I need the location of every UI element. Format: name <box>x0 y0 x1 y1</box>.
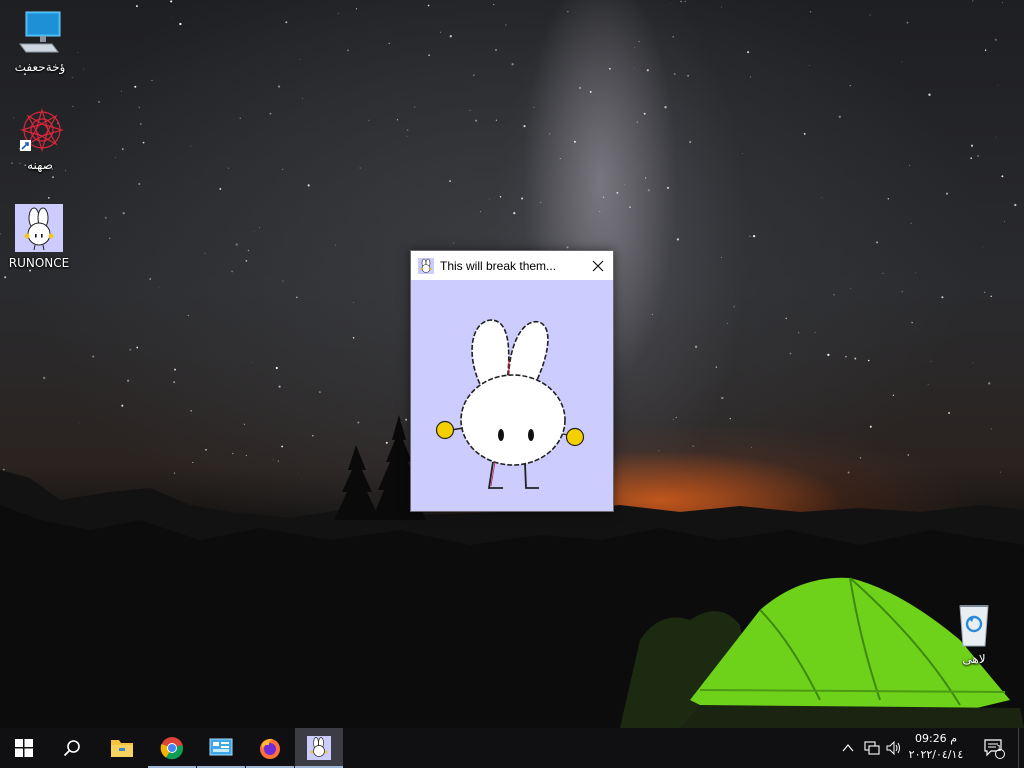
bunny-character-image <box>435 319 585 489</box>
window-title: This will break them... <box>440 258 557 273</box>
notification-count: 1 <box>996 744 1002 753</box>
search-button[interactable] <box>48 728 96 768</box>
action-center-button[interactable]: 1 <box>980 728 1008 768</box>
windows-logo-icon <box>15 739 33 757</box>
taskbar-bunny-app[interactable] <box>295 728 343 768</box>
clock[interactable]: 09:26 م ٢٠٢٢/٠٤/١٤ <box>904 731 968 763</box>
taskbar-firefox[interactable] <box>246 728 294 768</box>
folder-icon <box>111 740 133 757</box>
recycle-bin-icon <box>950 600 998 648</box>
chevron-up-icon <box>842 744 854 752</box>
bunny-app-icon <box>15 204 63 252</box>
taskbar-file-explorer[interactable] <box>98 728 146 768</box>
taskbar-chrome[interactable] <box>148 728 196 768</box>
desktop-icon-runonce[interactable]: RUNONCE <box>1 204 77 270</box>
app-window[interactable]: This will break them... <box>410 250 614 512</box>
desktop-icon-label: لاهى <box>962 652 986 666</box>
show-hidden-icons-button[interactable] <box>838 728 858 768</box>
desktop[interactable]: ؤخةحعفث صهنه RUNONCE لاهى This will brea… <box>0 0 1024 728</box>
firefox-icon <box>260 738 280 759</box>
taskbar-control-panel[interactable] <box>197 728 245 768</box>
close-button[interactable] <box>583 251 613 280</box>
search-icon <box>63 740 80 757</box>
desktop-icon-recycle-bin[interactable]: لاهى <box>936 600 1012 666</box>
desktop-icon-label: ؤخةحعفث <box>14 60 66 74</box>
chrome-icon <box>160 737 184 760</box>
close-icon <box>592 260 604 271</box>
title-bar[interactable]: This will break them... <box>411 251 613 280</box>
control-panel-icon <box>209 738 233 756</box>
bunny-app-icon <box>418 257 434 274</box>
network-icon <box>864 741 880 755</box>
clock-time: 09:26 م <box>914 732 957 745</box>
desktop-icon-computer[interactable]: ؤخةحعفث <box>2 8 78 74</box>
red-mandala-shortcut-icon <box>16 106 65 154</box>
bunny-app-icon <box>307 736 331 760</box>
volume-button[interactable] <box>884 728 904 768</box>
computer-icon <box>16 8 64 56</box>
window-client-area[interactable] <box>411 280 613 511</box>
taskbar: 09:26 م ٢٠٢٢/٠٤/١٤ 1 <box>0 728 1024 768</box>
desktop-icon-shortcut[interactable]: صهنه <box>2 106 78 172</box>
show-desktop-button[interactable] <box>1018 728 1024 768</box>
network-button[interactable] <box>862 728 882 768</box>
desktop-icon-label: صهنه <box>27 158 53 172</box>
speaker-icon <box>886 741 900 755</box>
desktop-icon-label: RUNONCE <box>8 256 70 270</box>
clock-date: ٢٠٢٢/٠٤/١٤ <box>908 748 964 761</box>
start-button[interactable] <box>0 728 48 768</box>
